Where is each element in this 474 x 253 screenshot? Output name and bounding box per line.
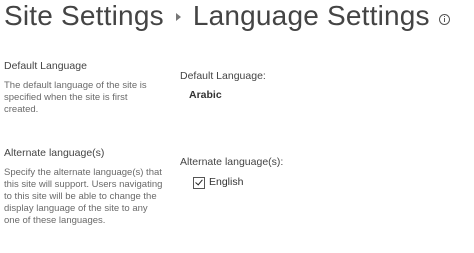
chevron-right-icon	[175, 13, 181, 21]
page-header: Site Settings Language Settings	[4, 0, 450, 36]
default-language-description: The default language of the site is spec…	[4, 80, 147, 115]
default-language-title: Default Language	[4, 60, 87, 72]
english-checkbox[interactable]	[193, 176, 205, 189]
english-checkbox-label[interactable]: English	[209, 176, 243, 189]
info-icon[interactable]	[438, 13, 450, 25]
breadcrumb-site-settings[interactable]: Site Settings	[4, 2, 164, 30]
language-option-english[interactable]: English	[193, 176, 283, 189]
alternate-languages-label: Alternate language(s):	[180, 156, 284, 168]
alternate-languages-section: Alternate language(s) Specify the altern…	[4, 147, 164, 227]
default-language-value: Arabic	[189, 89, 222, 101]
alternate-languages-field: Alternate language(s): English	[180, 156, 283, 189]
default-language-section: Default Language The default language of…	[4, 60, 164, 116]
alternate-languages-description: Specify the alternate language(s) that t…	[4, 167, 163, 226]
page-title: Language Settings	[192, 0, 430, 31]
alternate-languages-title: Alternate language(s)	[4, 147, 105, 159]
default-language-label: Default Language:	[180, 70, 266, 82]
default-language-field: Default Language: Arabic	[180, 70, 266, 102]
